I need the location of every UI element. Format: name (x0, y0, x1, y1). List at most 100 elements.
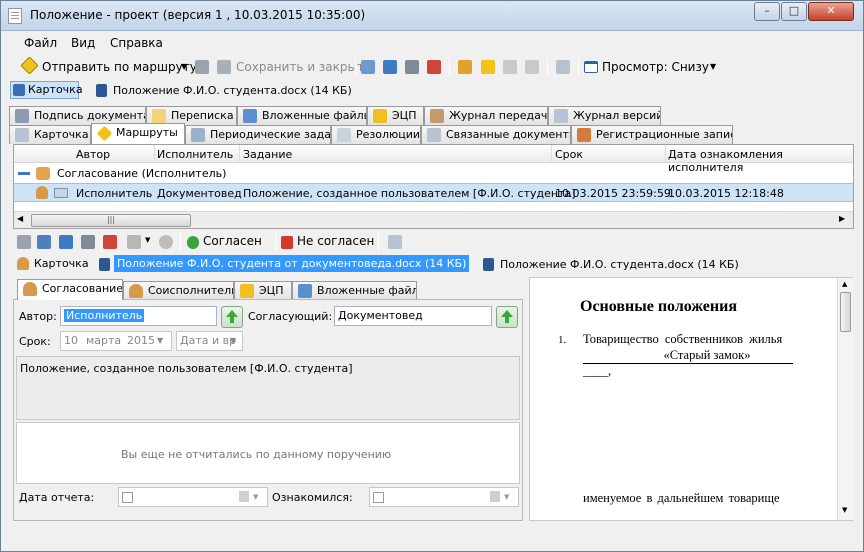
notes-icon[interactable] (556, 60, 570, 74)
pdf-icon[interactable] (103, 235, 117, 249)
route-action-icon[interactable] (481, 60, 495, 74)
date-dropdown-icon[interactable]: ▼ (157, 332, 163, 350)
save-icon[interactable] (17, 235, 31, 249)
scroll-up-icon[interactable]: ▲ (842, 280, 847, 288)
col-executor[interactable]: Исполнитель (157, 148, 233, 161)
preview-icon (584, 61, 598, 73)
acquainted-field[interactable]: ▼ (369, 487, 519, 507)
print-icon[interactable] (81, 235, 95, 249)
author-field[interactable]: Исполнитель (60, 306, 217, 326)
col-deadline[interactable]: Срок (555, 148, 583, 161)
save-close-button[interactable]: Сохранить и закрыть (236, 58, 371, 76)
card-tab[interactable]: Карточка (10, 81, 83, 99)
tab-card[interactable]: Карточка (9, 125, 91, 144)
calendar-icon[interactable] (490, 491, 500, 502)
menu-file[interactable]: Файл (24, 36, 57, 50)
document-scrollbar[interactable]: ▲ ▼ (837, 278, 853, 520)
scroll-down-icon[interactable]: ▼ (842, 506, 847, 514)
routes-grid: Автор Исполнитель Задание Срок Дата озна… (13, 144, 854, 229)
attach-icon[interactable] (383, 60, 397, 74)
cell-executor: Документовед (157, 187, 242, 200)
scroll-thumb[interactable]: ||| (31, 214, 191, 227)
task-card-tab[interactable]: Карточка (34, 257, 89, 270)
print-icon[interactable] (405, 60, 419, 74)
tab-inner-eds[interactable]: ЭЦП (234, 281, 292, 300)
cell-deadline: 10.03.2015 23:59:59 (555, 187, 671, 200)
maximize-button[interactable]: □ (781, 2, 807, 21)
window-icon[interactable] (37, 235, 51, 249)
author-select-button[interactable] (221, 306, 243, 328)
scroll-right-icon[interactable]: ▶ (839, 214, 845, 223)
save-icon[interactable] (195, 60, 209, 74)
cell-author: Исполнитель (76, 187, 153, 200)
menu-help[interactable]: Справка (110, 36, 163, 50)
tab-label: Связанные документы (446, 128, 571, 141)
selected-file-link[interactable]: Положение Ф.И.О. студента от документове… (114, 255, 470, 272)
deadline-date-field[interactable]: 10 марта 2015 ▼ (60, 331, 172, 351)
group-row[interactable]: Согласование (Исполнитель) (14, 164, 853, 183)
route-disabled2-icon[interactable] (525, 60, 539, 74)
tab-eds[interactable]: ЭЦП (367, 106, 424, 125)
send-route-button[interactable]: Отправить по маршруту (42, 58, 197, 76)
attach-icon[interactable] (59, 235, 73, 249)
tab-registration[interactable]: Регистрационные записи (571, 125, 733, 144)
collapse-icon[interactable] (18, 172, 30, 175)
tab-resolutions[interactable]: Резолюции (331, 125, 421, 144)
menu-view[interactable]: Вид (71, 36, 95, 50)
tab-routes[interactable]: Маршруты (91, 123, 185, 144)
select-dropdown-icon[interactable]: ▼ (230, 332, 236, 350)
calendar-icon[interactable] (239, 491, 249, 502)
stop-icon[interactable] (159, 235, 173, 249)
table-row[interactable]: Исполнитель Документовед Положение, созд… (14, 183, 853, 202)
tab-periodic-tasks[interactable]: Периодические задачи (185, 125, 331, 144)
card-file-link[interactable]: Положение Ф.И.О. студента.docx (14 КБ) (113, 84, 352, 97)
disagree-icon (281, 236, 293, 249)
minimize-button[interactable]: – (754, 2, 780, 21)
forward-dropdown-icon[interactable]: ▼ (145, 236, 150, 244)
mail-icon (152, 109, 166, 123)
author-value: Исполнитель (64, 309, 145, 322)
scroll-thumb[interactable] (840, 292, 851, 332)
scroll-left-icon[interactable]: ◀ (17, 214, 23, 223)
acquainted-dropdown-icon[interactable]: ▼ (504, 488, 509, 506)
save-close-icon[interactable] (217, 60, 231, 74)
users-icon (129, 284, 143, 298)
tab-coexecutors[interactable]: Соисполнители (123, 281, 234, 300)
toolbar-separator (578, 58, 579, 76)
tab-label: Маршруты (116, 126, 178, 139)
report-box[interactable]: Вы еще не отчитались по данному поручени… (16, 422, 520, 484)
other-file-link[interactable]: Положение Ф.И.О. студента.docx (14 КБ) (500, 258, 739, 271)
preview-button[interactable]: Просмотр: Снизу (602, 58, 709, 76)
pdf-icon[interactable] (427, 60, 441, 74)
tab-approval[interactable]: Согласование (17, 279, 123, 300)
tab-transfer-log[interactable]: Журнал передачи (424, 106, 548, 125)
report-date-field[interactable]: ▼ (118, 487, 268, 507)
disagree-button[interactable]: Не согласен (297, 234, 374, 248)
col-task[interactable]: Задание (243, 148, 292, 161)
report-date-checkbox[interactable] (122, 492, 133, 503)
tab-inner-attachments[interactable]: Вложенные файлы (292, 281, 417, 300)
date-type-select[interactable]: Дата и вр ▼ (176, 331, 243, 351)
tab-linked-documents[interactable]: Связанные документы (421, 125, 571, 144)
horizontal-scrollbar[interactable]: ◀ ||| ▶ (14, 211, 853, 228)
agree-button[interactable]: Согласен (203, 234, 262, 248)
acquainted-checkbox[interactable] (373, 492, 384, 503)
send-dropdown-icon[interactable]: ▼ (181, 58, 187, 76)
approver-field[interactable]: Документовед (334, 306, 492, 326)
col-author[interactable]: Автор (76, 148, 110, 161)
approver-select-button[interactable] (496, 306, 518, 328)
menu-bar: Файл Вид Справка (9, 33, 855, 53)
report-icon[interactable] (388, 235, 402, 249)
properties-icon[interactable] (361, 60, 375, 74)
close-button[interactable]: ✕ (808, 2, 854, 21)
card-row: Карточка Положение Ф.И.О. студента.docx … (9, 81, 855, 101)
sign-icon[interactable] (458, 60, 472, 74)
route-disabled-icon[interactable] (503, 60, 517, 74)
forward-icon[interactable] (127, 235, 141, 249)
report-dropdown-icon[interactable]: ▼ (253, 488, 258, 506)
document-icon (8, 8, 22, 24)
tab-version-log[interactable]: Журнал версий (548, 106, 661, 125)
periodic-icon (191, 128, 205, 142)
tab-attachments[interactable]: Вложенные файлы (237, 106, 367, 125)
preview-dropdown-icon[interactable]: ▼ (710, 58, 716, 76)
